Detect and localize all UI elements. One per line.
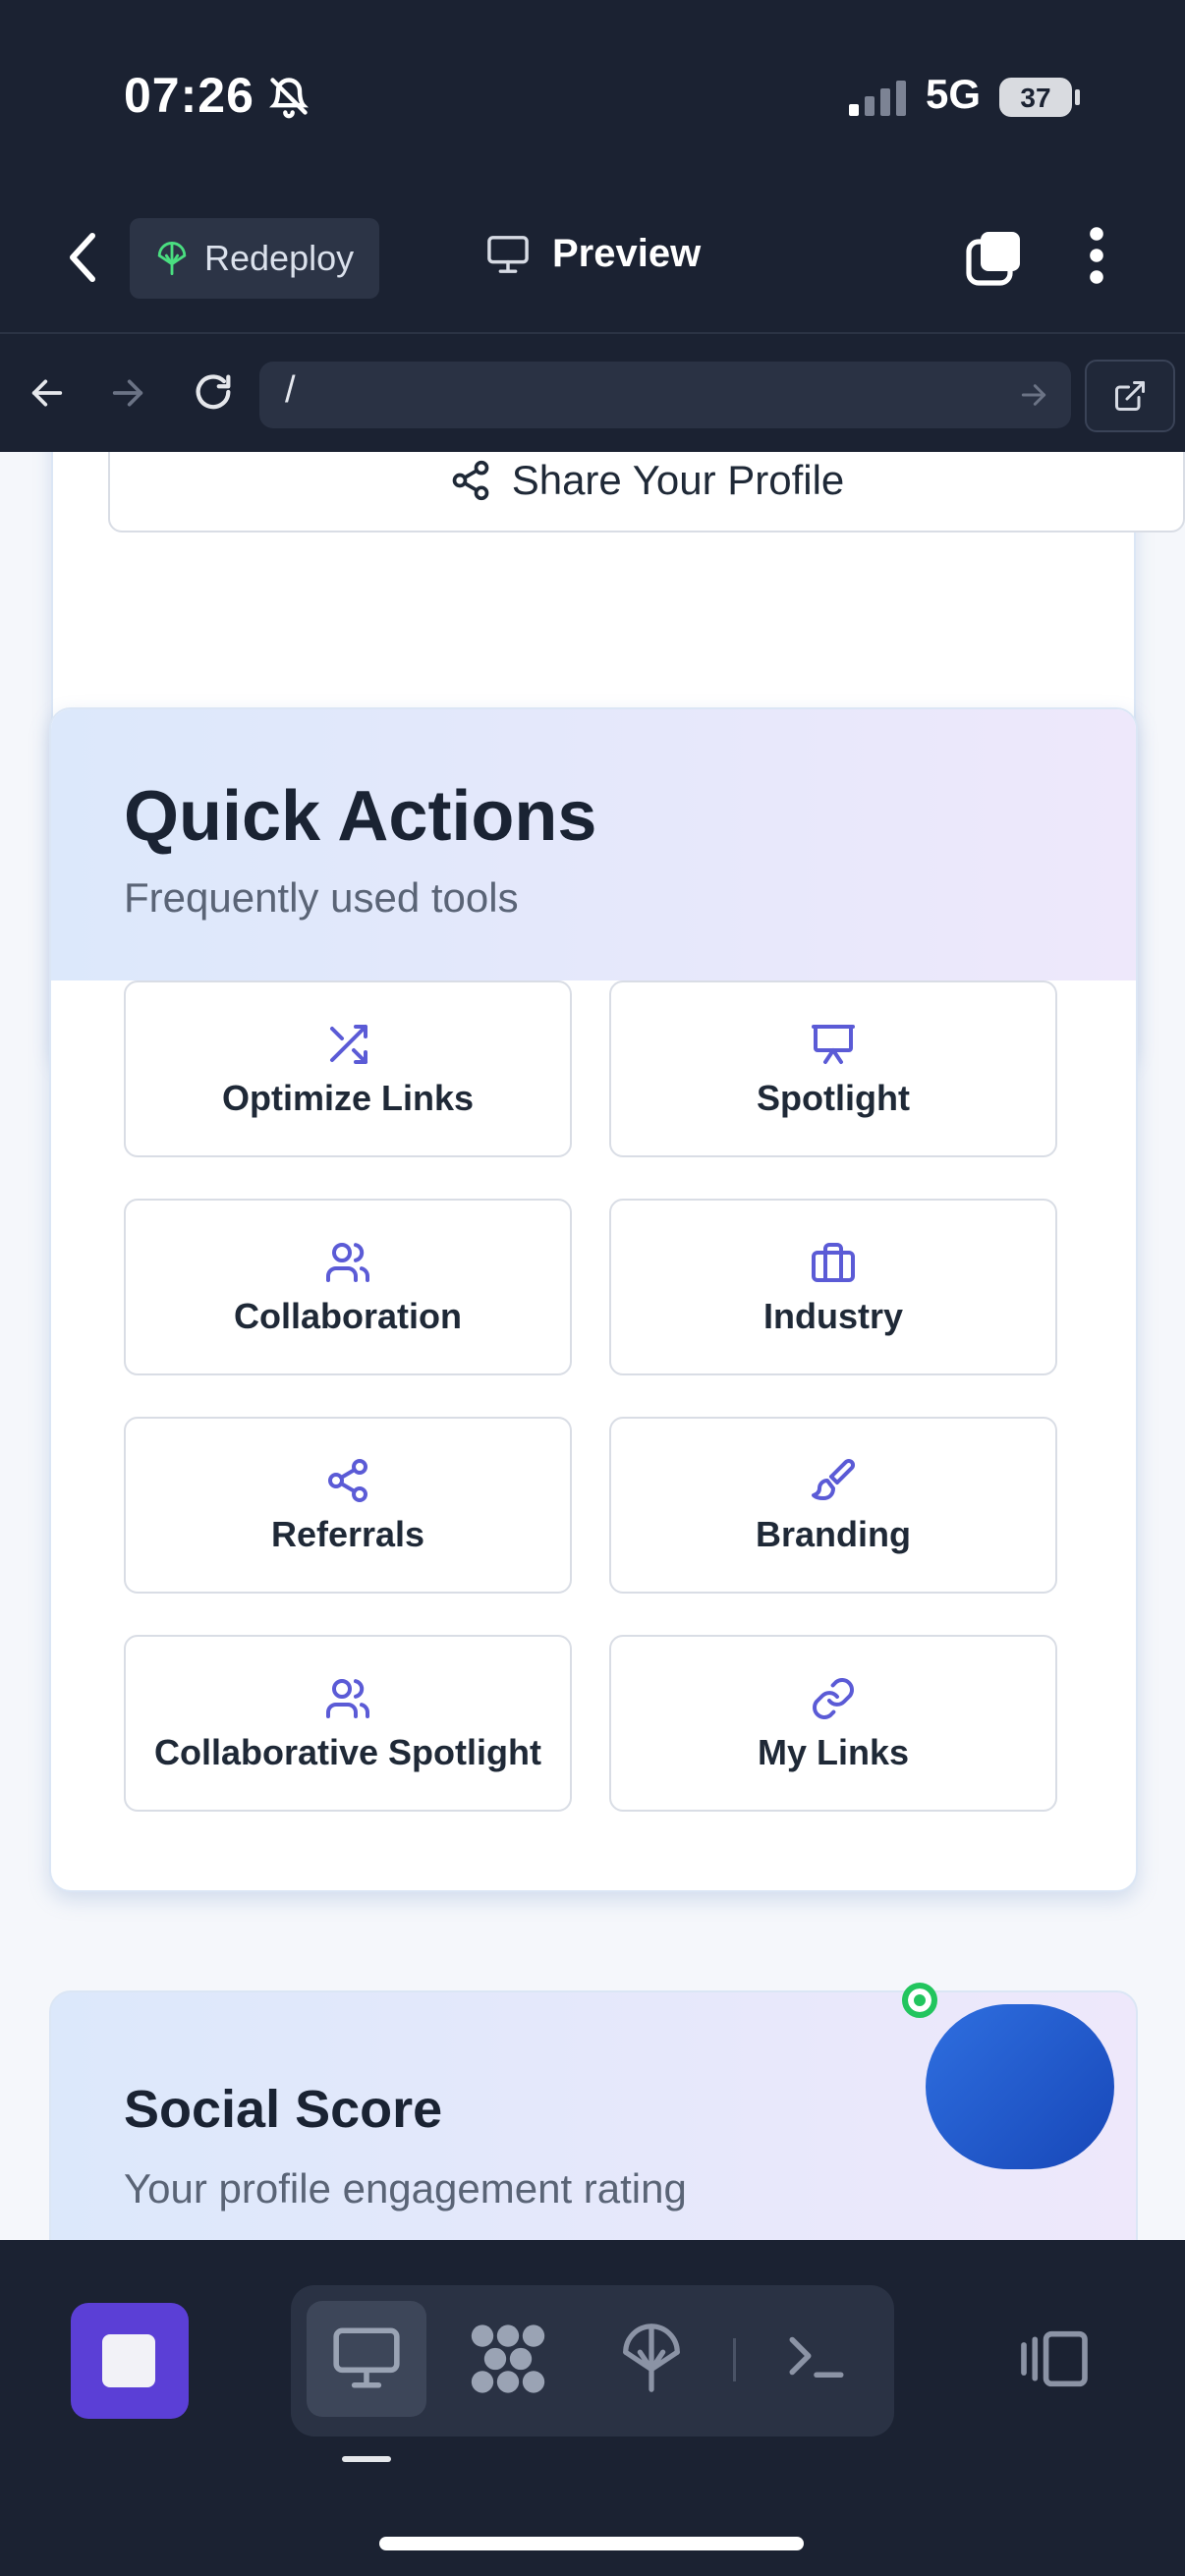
link-icon (810, 1673, 857, 1724)
monitor-icon (487, 235, 529, 273)
preview-tab[interactable]: Preview (485, 232, 701, 276)
more-options-icon[interactable] (1087, 226, 1106, 290)
floating-action-button[interactable] (926, 2004, 1114, 2169)
redeploy-button[interactable]: Redeploy (130, 218, 379, 299)
paintbrush-icon (810, 1455, 857, 1506)
quick-actions-card: Quick Actions Frequently used tools Opti… (49, 707, 1138, 1892)
quick-action-label: My Links (757, 1732, 910, 1772)
deploy-icon[interactable] (617, 2319, 686, 2402)
quick-action-label: Referrals (270, 1514, 425, 1554)
quick-action-collaboration[interactable]: Collaboration (124, 1199, 572, 1375)
quick-action-collaborative-spotlight[interactable]: Collaborative Spotlight (124, 1635, 572, 1812)
redeploy-label: Redeploy (204, 238, 355, 278)
users-icon (324, 1237, 371, 1288)
quick-actions-subtitle: Frequently used tools (124, 874, 519, 921)
presentation-icon (810, 1019, 857, 1070)
browser-forward-icon[interactable] (108, 373, 147, 418)
quick-action-industry[interactable]: Industry (609, 1199, 1057, 1375)
share-icon (324, 1455, 371, 1506)
tabs-icon[interactable] (965, 228, 1024, 292)
quick-action-label: Branding (756, 1514, 911, 1554)
share-icon (452, 460, 489, 501)
share-profile-button[interactable]: Share Your Profile (108, 452, 1185, 532)
share-label: Share Your Profile (511, 457, 845, 503)
side-panel-icon[interactable] (1018, 2328, 1091, 2394)
page-content: Share Your Profile Quick Actions Frequen… (0, 452, 1185, 2240)
home-indicator[interactable] (379, 2537, 804, 2550)
battery-icon: 37 (998, 75, 1081, 125)
quick-action-referrals[interactable]: Referrals (124, 1417, 572, 1594)
toolbar-divider (733, 2338, 736, 2381)
quick-action-branding[interactable]: Branding (609, 1417, 1057, 1594)
quick-action-label: Industry (762, 1296, 903, 1336)
quick-action-spotlight[interactable]: Spotlight (609, 980, 1057, 1157)
external-link-icon (1115, 381, 1145, 411)
url-text: / (285, 369, 296, 411)
online-status-dot (902, 1983, 937, 2018)
terminal-icon[interactable] (784, 2328, 849, 2388)
svg-text:37: 37 (1020, 83, 1050, 113)
url-field[interactable] (259, 362, 1071, 428)
shuffle-icon (324, 1019, 371, 1070)
quick-action-label: Collaborative Spotlight (153, 1732, 541, 1772)
deploy-icon (157, 242, 187, 276)
social-score-subtitle: Your profile engagement rating (124, 2165, 687, 2212)
quick-action-label: Spotlight (757, 1078, 910, 1118)
stop-icon (102, 2334, 155, 2387)
signal-icon (849, 79, 912, 123)
quick-action-my-links[interactable]: My Links (609, 1635, 1057, 1812)
back-chevron-icon[interactable] (65, 230, 100, 290)
monitor-icon[interactable] (330, 2324, 403, 2396)
active-indicator (342, 2456, 391, 2462)
quick-actions-title: Quick Actions (124, 777, 597, 856)
users-icon (324, 1673, 371, 1724)
social-score-title: Social Score (124, 2080, 443, 2139)
briefcase-icon (810, 1237, 857, 1288)
network-type: 5G (926, 71, 982, 117)
reload-icon[interactable] (191, 369, 236, 420)
browser-back-icon[interactable] (28, 373, 67, 418)
quick-action-label: Optimize Links (221, 1078, 475, 1118)
apps-grid-icon[interactable] (470, 2323, 546, 2400)
bell-muted-icon (267, 73, 310, 125)
quick-action-label: Collaboration (234, 1296, 462, 1336)
open-external-button[interactable] (1085, 360, 1175, 432)
quick-action-optimize-links[interactable]: Optimize Links (124, 980, 572, 1157)
status-time: 07:26 (124, 68, 254, 123)
go-arrow-icon[interactable] (1018, 379, 1049, 416)
preview-label: Preview (552, 232, 702, 275)
